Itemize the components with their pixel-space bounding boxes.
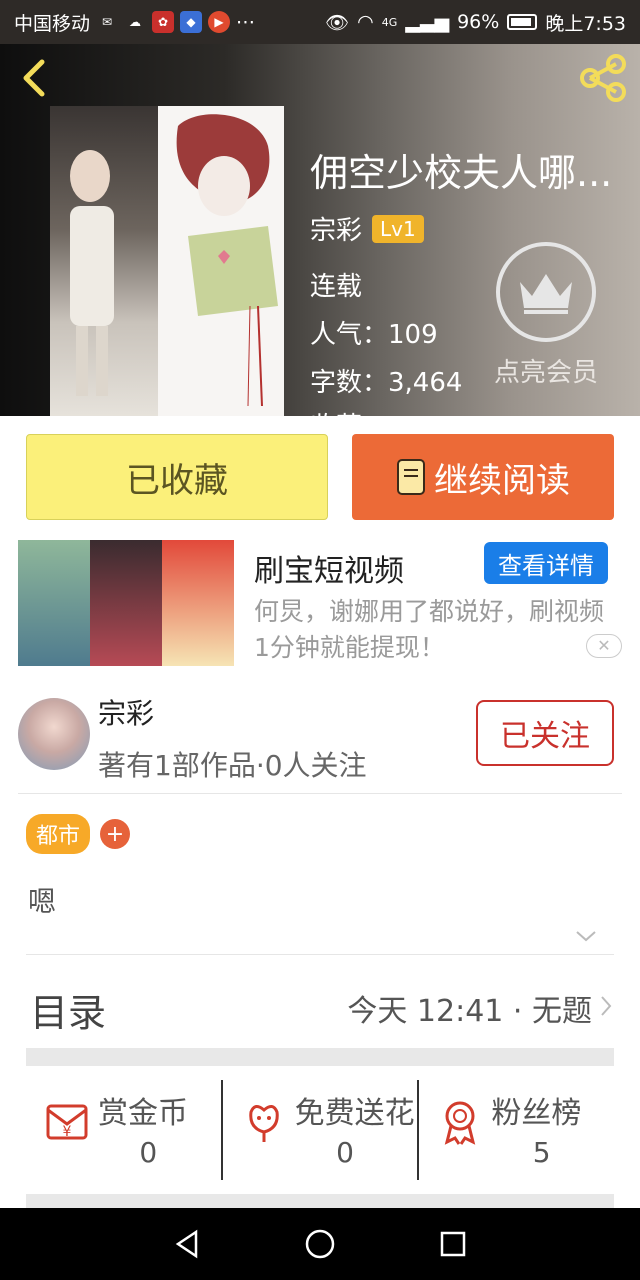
ad-banner[interactable]: 刷宝短视频 查看详情 何炅，谢娜用了都说好，刷视频1分钟就能提现！ ✕ xyxy=(18,540,622,666)
nav-recents-icon[interactable] xyxy=(433,1224,473,1264)
author-avatar[interactable] xyxy=(18,698,90,770)
author-info: 著有1部作品·0人关注 xyxy=(98,749,367,782)
send-flowers-value: 0 xyxy=(336,1136,354,1169)
content-card: 已收藏 继续阅读 刷宝短视频 查看详情 何炅，谢娜用了都说好，刷视频1分钟就能提… xyxy=(0,416,640,1212)
signal-icon: ▂▃▅ xyxy=(405,11,450,33)
battery-icon xyxy=(507,14,538,30)
section-separator xyxy=(26,1048,614,1066)
book-cover[interactable] xyxy=(50,106,284,416)
table-of-contents-row[interactable]: 目录 今天 12:41 · 无题 xyxy=(26,972,614,1044)
toc-label: 目录 xyxy=(30,991,107,1035)
header-author-name[interactable]: 宗彩 xyxy=(310,210,362,247)
serial-status: 连载 xyxy=(310,272,363,302)
fan-ranking-value: 5 xyxy=(532,1136,551,1169)
fan-ranking-stat[interactable]: 粉丝榜 5 xyxy=(417,1080,614,1180)
ad-title: 刷宝短视频 xyxy=(254,554,404,589)
carrier-label: 中国移动 xyxy=(14,12,91,35)
popularity: 人气：109 xyxy=(310,320,438,350)
baidu-icon: ◆ xyxy=(180,11,203,33)
continue-reading-button[interactable]: 继续阅读 xyxy=(352,434,614,520)
word-count: 字数：3,464 xyxy=(310,368,463,398)
author-name[interactable]: 宗彩 xyxy=(98,692,154,732)
video-app-icon: ▶ xyxy=(208,11,231,33)
book-icon xyxy=(397,459,425,495)
chevron-right-icon xyxy=(601,996,612,1016)
network-type: 4G xyxy=(381,15,398,29)
level-badge: Lv1 xyxy=(372,214,424,243)
wifi-icon: ◠ xyxy=(357,11,374,33)
book-description: 嗯 xyxy=(28,885,57,918)
crown-icon xyxy=(496,242,596,342)
send-flowers-label: 免费送花 xyxy=(294,1096,415,1131)
ad-image xyxy=(18,540,234,666)
vip-label: 点亮会员 xyxy=(493,358,598,388)
cover-art-right xyxy=(158,106,284,416)
share-icon[interactable] xyxy=(578,54,628,102)
tag-item[interactable]: 都市 xyxy=(26,814,91,854)
status-bar: 中国移动 ✉ ☁ ✿ ◆ ▶ ⋯ 👁 ◠ 4G ▂▃▅ 96% 晚上7:53 xyxy=(0,0,640,44)
divider xyxy=(26,954,614,955)
add-tag-icon[interactable]: + xyxy=(100,819,131,849)
weather-icon: ☁ xyxy=(129,15,142,29)
header-author-row: 宗彩 Lv1 xyxy=(310,210,424,247)
fan-ranking-label: 粉丝榜 xyxy=(491,1096,582,1131)
book-title: 佣空少校夫人哪... xyxy=(310,151,613,195)
collect-count: 收藏：5 xyxy=(310,406,405,416)
battery-percent: 96% xyxy=(457,11,500,33)
favorited-button[interactable]: 已收藏 xyxy=(26,434,328,520)
back-arrow-icon[interactable] xyxy=(16,56,52,100)
tag-list: 都市 + xyxy=(26,814,131,854)
reward-coins-value: 0 xyxy=(139,1136,158,1169)
continue-reading-label: 继续阅读 xyxy=(434,460,570,501)
ad-description: 何炅，谢娜用了都说好，刷视频1分钟就能提现！ xyxy=(254,597,605,662)
book-header: 佣空少校夫人哪... 宗彩 Lv1 连载 人气：109 字数：3,464 收藏：… xyxy=(0,44,640,416)
stats-row: ¥ 赏金币 0 免费送花 0 粉丝榜 5 xyxy=(26,1080,614,1180)
eye-icon: 👁 xyxy=(325,11,350,34)
ad-details-button[interactable]: 查看详情 xyxy=(484,542,608,584)
nav-back-icon[interactable] xyxy=(167,1224,207,1264)
ad-close-icon[interactable]: ✕ xyxy=(586,634,622,658)
wechat-icon: ✉ xyxy=(101,15,113,29)
reward-coins-label: 赏金币 xyxy=(98,1096,188,1131)
vip-membership[interactable]: 点亮会员 xyxy=(486,242,606,389)
latest-chapter: 今天 12:41 · 无题 xyxy=(347,994,592,1029)
cover-art-left xyxy=(50,106,158,416)
following-button[interactable]: 已关注 xyxy=(476,700,614,766)
send-flowers-stat[interactable]: 免费送花 0 xyxy=(220,1080,418,1180)
clock: 晚上7:53 xyxy=(545,12,626,35)
more-notifications-icon: ⋯ xyxy=(236,11,256,33)
chevron-down-icon[interactable] xyxy=(574,926,598,946)
reward-coins-stat[interactable]: ¥ 赏金币 0 xyxy=(26,1080,221,1180)
system-nav-bar xyxy=(0,1208,640,1280)
huawei-icon: ✿ xyxy=(152,11,175,33)
author-block[interactable]: 宗彩 著有1部作品·0人关注 已关注 xyxy=(18,692,622,794)
nav-home-icon[interactable] xyxy=(300,1224,340,1264)
favorited-label: 已收藏 xyxy=(126,460,228,501)
